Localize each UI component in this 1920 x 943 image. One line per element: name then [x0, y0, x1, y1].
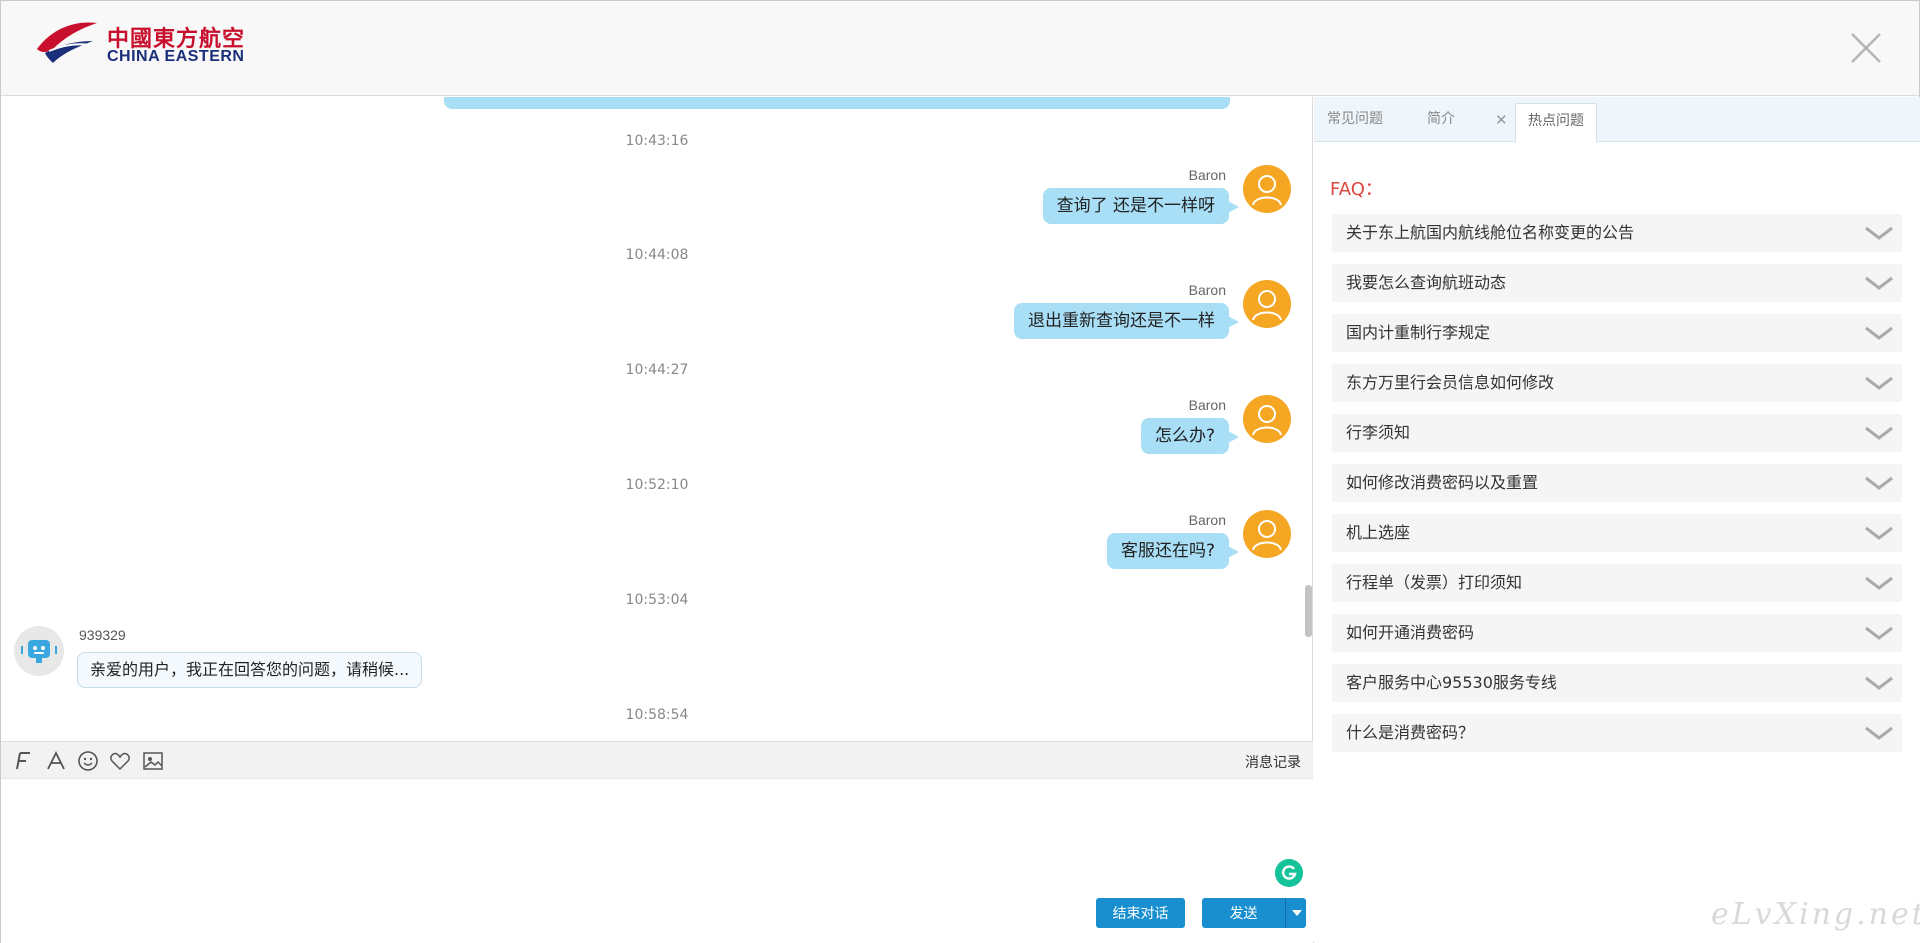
faq-item-label: 如何修改消费密码以及重置: [1346, 473, 1539, 492]
end-chat-button[interactable]: 结束对话: [1096, 898, 1185, 928]
tab-introduction[interactable]: 简介: [1427, 107, 1455, 142]
faq-item[interactable]: 我要怎么查询航班动态: [1332, 264, 1902, 302]
emoji-icon[interactable]: [77, 750, 99, 772]
message-bubble: 退出重新查询还是不一样: [1014, 303, 1239, 339]
grammarly-icon[interactable]: [1275, 859, 1303, 887]
chevron-down-icon: [1865, 276, 1893, 290]
faq-item-label: 行李须知: [1346, 423, 1411, 442]
logo-text-english: CHINA EASTERN: [107, 48, 245, 65]
user-avatar: [1243, 510, 1291, 558]
message-timestamp: 10:53:04: [625, 592, 689, 608]
chevron-down-icon: [1865, 426, 1893, 440]
faq-item[interactable]: 东方万里行会员信息如何修改: [1332, 364, 1902, 402]
faq-item-label: 关于东上航国内航线舱位名称变更的公告: [1346, 223, 1635, 242]
faq-item[interactable]: 行李须知: [1332, 414, 1902, 452]
message-input-area: [1, 779, 1313, 891]
header: 中國東方航空 CHINA EASTERN: [1, 1, 1919, 96]
message-timestamp: 10:43:16: [625, 133, 689, 149]
faq-item-label: 我要怎么查询航班动态: [1346, 273, 1507, 292]
message-input[interactable]: [1, 779, 1313, 891]
tab-close-icon[interactable]: ✕: [1495, 111, 1508, 129]
tab-hot-questions[interactable]: 热点问题: [1515, 103, 1597, 143]
heart-icon[interactable]: [109, 750, 131, 772]
faq-item[interactable]: 如何修改消费密码以及重置: [1332, 464, 1902, 502]
user-avatar-icon: [1252, 175, 1282, 206]
message-timestamp: 10:52:10: [625, 477, 689, 493]
faq-item-label: 国内计重制行李规定: [1346, 323, 1491, 342]
send-options-dropdown[interactable]: [1285, 898, 1306, 928]
faq-title: FAQ：: [1330, 179, 1383, 200]
faq-item[interactable]: 什么是消费密码？: [1332, 714, 1902, 752]
previous-message-bubble: [444, 97, 1230, 109]
message-list[interactable]: 10:43:16 Baron 查询了 还是不一样呀 10:44:08 Baron…: [1, 97, 1313, 741]
chevron-down-icon: [1865, 526, 1893, 540]
agent-name: 939329: [79, 627, 126, 643]
send-button[interactable]: 发送: [1202, 898, 1285, 928]
chevron-down-icon: [1865, 226, 1893, 240]
user-avatar: [1243, 165, 1291, 213]
swallow-logo-icon: [37, 22, 97, 63]
user-avatar-icon: [1252, 520, 1282, 551]
text-color-icon[interactable]: [45, 750, 67, 772]
user-avatar-icon: [1252, 405, 1282, 436]
sender-name: Baron: [1188, 282, 1226, 298]
user-avatar: [1243, 395, 1291, 443]
chat-scrollbar[interactable]: [1305, 585, 1312, 637]
user-avatar-icon: [1252, 290, 1282, 321]
faq-item[interactable]: 国内计重制行李规定: [1332, 314, 1902, 352]
faq-item-label: 行程单（发票）打印须知: [1346, 573, 1523, 592]
faq-panel: 常见问题 简介 ✕ 热点问题 FAQ： 关于东上航国内航线舱位名称变更的公告 我…: [1314, 97, 1920, 943]
sender-name: Baron: [1188, 167, 1226, 183]
faq-list: 关于东上航国内航线舱位名称变更的公告 我要怎么查询航班动态 国内计重制行李规定 …: [1332, 214, 1902, 764]
faq-item-label: 客户服务中心95530服务专线: [1346, 673, 1557, 692]
faq-item-label: 如何开通消费密码: [1346, 623, 1475, 642]
chevron-down-icon: [1865, 576, 1893, 590]
chevron-down-icon: [1865, 326, 1893, 340]
faq-item-label: 东方万里行会员信息如何修改: [1346, 373, 1555, 392]
faq-item-label: 什么是消费密码？: [1346, 723, 1475, 742]
input-toolbar: 消息记录: [1, 741, 1313, 779]
agent-avatar: [14, 626, 64, 676]
faq-item[interactable]: 行程单（发票）打印须知: [1332, 564, 1902, 602]
font-icon[interactable]: [12, 750, 34, 772]
message-bubble: 怎么办?: [1140, 418, 1240, 454]
robot-icon: [21, 640, 57, 663]
chevron-down-icon: [1865, 676, 1893, 690]
chat-window: 中國東方航空 CHINA EASTERN 10:43:16 Baron 查询了 …: [0, 0, 1920, 943]
message-history-link[interactable]: 消息记录: [1245, 752, 1301, 772]
sender-name: Baron: [1188, 512, 1226, 528]
close-icon[interactable]: [1849, 31, 1883, 65]
chevron-down-icon: [1865, 626, 1893, 640]
chevron-down-icon: [1865, 476, 1893, 490]
message-bubble: 客服还在吗?: [1106, 533, 1240, 569]
chevron-down-icon: [1865, 726, 1893, 740]
user-avatar: [1243, 280, 1291, 328]
faq-item[interactable]: 关于东上航国内航线舱位名称变更的公告: [1332, 214, 1902, 252]
chevron-down-icon: [1865, 376, 1893, 390]
faq-item[interactable]: 如何开通消费密码: [1332, 614, 1902, 652]
agent-message-bubble: 亲爱的用户，我正在回答您的问题，请稍候...: [77, 652, 423, 688]
message-timestamp: 10:44:27: [625, 362, 689, 378]
china-eastern-logo: 中國東方航空 CHINA EASTERN: [35, 19, 265, 71]
message-bubble: 查询了 还是不一样呀: [1042, 188, 1240, 224]
message-timestamp: 10:58:54: [625, 707, 689, 723]
watermark: eLvXing.net: [1711, 897, 1920, 932]
panel-tabs: 常见问题 简介 ✕ 热点问题: [1314, 97, 1920, 143]
tab-common-questions[interactable]: 常见问题: [1327, 107, 1383, 142]
image-icon[interactable]: [142, 750, 164, 772]
message-timestamp: 10:44:08: [625, 247, 689, 263]
sender-name: Baron: [1188, 397, 1226, 413]
faq-item-label: 机上选座: [1346, 523, 1411, 542]
faq-item[interactable]: 机上选座: [1332, 514, 1902, 552]
faq-item[interactable]: 客户服务中心95530服务专线: [1332, 664, 1902, 702]
